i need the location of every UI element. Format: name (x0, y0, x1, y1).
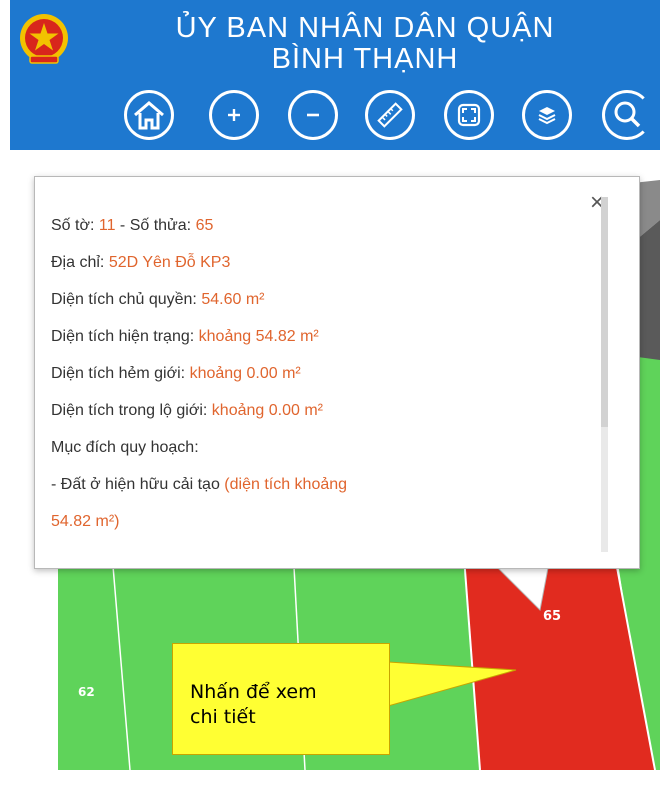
popup-scrollbar[interactable] (601, 197, 608, 552)
expand-icon (457, 103, 481, 127)
map-toolbar (110, 78, 660, 150)
info-row-sheet: Số tờ: 11 - Số thửa: 65 (51, 211, 597, 248)
info-row-address: Địa chỉ: 52D Yên Đỗ KP3 (51, 248, 597, 285)
info-row-alley-area: Diện tích hẻm giới: khoảng 0.00 m² (51, 359, 597, 396)
popup-scrollbar-thumb[interactable] (601, 197, 608, 427)
ruler-icon (377, 102, 403, 128)
info-label: - Đất ở hiện hữu cải tạo (51, 476, 220, 493)
map-parcel-label-selected: 65 (543, 609, 561, 624)
fullscreen-button[interactable] (444, 90, 494, 140)
info-row-land-use-cont: 54.82 m²) (51, 507, 597, 544)
info-label: Mục đích quy hoạch: (51, 439, 199, 456)
header-title-line2: BÌNH THẠNH (271, 43, 459, 75)
info-row-owned-area: Diện tích chủ quyền: 54.60 m² (51, 285, 597, 322)
info-value: (diện tích khoảng (224, 476, 348, 493)
info-value: 52D Yên Đỗ KP3 (108, 254, 231, 271)
info-label: Số tờ: (51, 217, 95, 234)
layers-button[interactable] (522, 90, 572, 140)
zoom-in-button[interactable] (209, 90, 259, 140)
info-label: Địa chỉ: (51, 254, 105, 271)
info-value: 65 (195, 217, 214, 234)
info-value: khoảng 54.82 m² (198, 328, 319, 345)
callout-text: Nhấn để xem chi tiết (190, 680, 390, 730)
map-parcel-label: 62 (78, 685, 95, 699)
callout-line2: chi tiết (190, 706, 256, 728)
popup-content: Số tờ: 11 - Số thửa: 65 Địa chỉ: 52D Yên… (51, 211, 597, 551)
info-label: Diện tích trong lộ giới: (51, 402, 208, 419)
info-value: 54.60 m² (201, 291, 265, 308)
national-emblem-icon (16, 12, 72, 68)
minus-icon (307, 113, 319, 117)
info-value: 11 (98, 217, 116, 234)
parcel-info-popup: × Số tờ: 11 - Số thửa: 65 Địa chỉ: 52D Y… (34, 176, 640, 569)
callout-line1: Nhấn để xem (190, 681, 317, 703)
info-row-planning: Mục đích quy hoạch: (51, 433, 597, 470)
info-value: 54.82 m²) (51, 513, 120, 530)
info-row-current-area: Diện tích hiện trạng: khoảng 54.82 m² (51, 322, 597, 359)
header-title-line1: ỦY BAN NHÂN DÂN QUẬN (175, 12, 555, 44)
layers-icon (538, 107, 556, 125)
info-label: Diện tích chủ quyền: (51, 291, 197, 308)
info-row-land-use: - Đất ở hiện hữu cải tạo (diện tích khoả… (51, 470, 597, 507)
home-icon (134, 101, 164, 130)
tooltip-callout: Nhấn để xem chi tiết (172, 643, 390, 755)
search-button[interactable] (602, 90, 652, 140)
info-label: - Số thửa: (119, 217, 192, 234)
measure-button[interactable] (365, 90, 415, 140)
info-label: Diện tích hiện trạng: (51, 328, 195, 345)
info-label: Diện tích hẻm giới: (51, 365, 186, 382)
app-header: ỦY BAN NHÂN DÂN QUẬN BÌNH THẠNH (10, 0, 660, 150)
info-value: khoảng 0.00 m² (189, 365, 301, 382)
search-icon (614, 101, 641, 128)
plus-icon (228, 109, 240, 121)
home-button[interactable] (124, 90, 174, 140)
info-value: khoảng 0.00 m² (211, 402, 323, 419)
info-row-road-area: Diện tích trong lộ giới: khoảng 0.00 m² (51, 396, 597, 433)
zoom-out-button[interactable] (288, 90, 338, 140)
